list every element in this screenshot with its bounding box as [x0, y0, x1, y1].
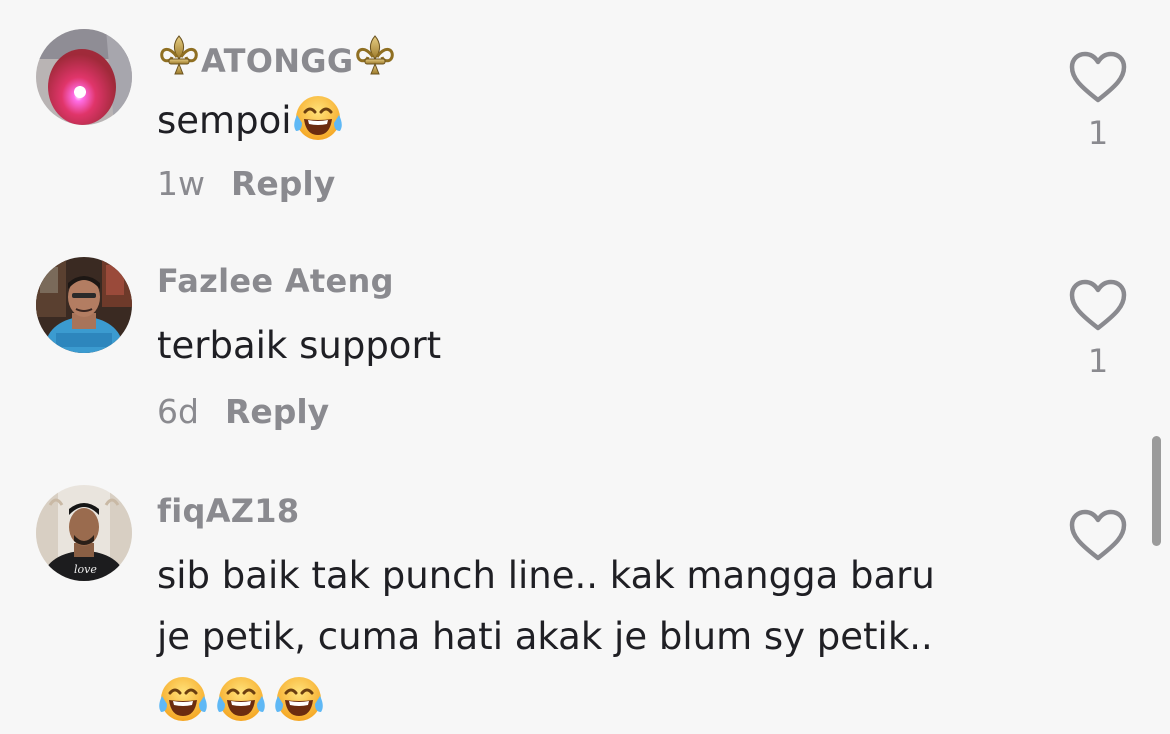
like-button[interactable]: 1	[1068, 278, 1128, 380]
fleur-de-lis-icon	[353, 33, 397, 77]
scrollbar-thumb[interactable]	[1152, 436, 1161, 546]
face-with-tears-of-joy-icon	[273, 672, 325, 724]
comment-time: 1w	[157, 164, 205, 203]
like-button[interactable]: 1	[1068, 50, 1128, 152]
comment-username[interactable]: ATONGG	[157, 33, 397, 80]
like-count: 1	[1087, 342, 1109, 380]
reply-button[interactable]: Reply	[231, 164, 335, 203]
like-count: 1	[1087, 114, 1109, 152]
comment-item: Fazlee Ateng terbaik support 6d Reply 1	[0, 230, 1170, 460]
comment-meta: 1w Reply	[157, 164, 335, 203]
comment-username[interactable]: fiqAZ18	[157, 492, 299, 530]
comment-item: love fiqAZ18 sib baik tak punch line.. k…	[0, 460, 1170, 734]
avatar[interactable]: love	[36, 485, 132, 581]
avatar[interactable]	[36, 257, 132, 353]
svg-text:love: love	[74, 563, 97, 576]
reply-button[interactable]: Reply	[225, 392, 329, 431]
comment-item: ATONGG sempoi 1w Reply 1	[0, 0, 1170, 230]
avatar[interactable]	[36, 29, 132, 125]
face-with-tears-of-joy-icon	[292, 91, 344, 143]
like-button[interactable]	[1068, 508, 1128, 562]
avatar-pink-glow-icon	[36, 29, 132, 125]
comment-text-line: je petik, cuma hati akak je blum sy peti…	[157, 615, 933, 658]
comment-text[interactable]: sempoi	[157, 90, 1017, 151]
avatar-man-blue-shirt-icon	[36, 257, 132, 353]
fleur-de-lis-icon	[157, 33, 201, 77]
face-with-tears-of-joy-icon	[215, 672, 267, 724]
username-label: ATONGG	[201, 42, 354, 80]
comment-username[interactable]: Fazlee Ateng	[157, 262, 394, 300]
comment-time: 6d	[157, 392, 199, 431]
face-with-tears-of-joy-icon	[157, 672, 209, 724]
comment-text[interactable]: sib baik tak punch line.. kak mangga bar…	[157, 545, 1017, 732]
comments-panel: ATONGG sempoi 1w Reply 1 Fazlee Ateng te…	[0, 0, 1170, 734]
comment-text[interactable]: terbaik support	[157, 315, 1017, 376]
comment-text-line: sib baik tak punch line.. kak mangga bar…	[157, 554, 935, 597]
avatar-man-black-shirt-icon: love	[36, 485, 132, 581]
comment-text-content: sempoi	[157, 99, 292, 142]
heart-outline-icon	[1069, 509, 1127, 561]
heart-outline-icon	[1069, 279, 1127, 331]
heart-outline-icon	[1069, 51, 1127, 103]
comment-meta: 6d Reply	[157, 392, 329, 431]
emoji-row	[157, 667, 1017, 732]
